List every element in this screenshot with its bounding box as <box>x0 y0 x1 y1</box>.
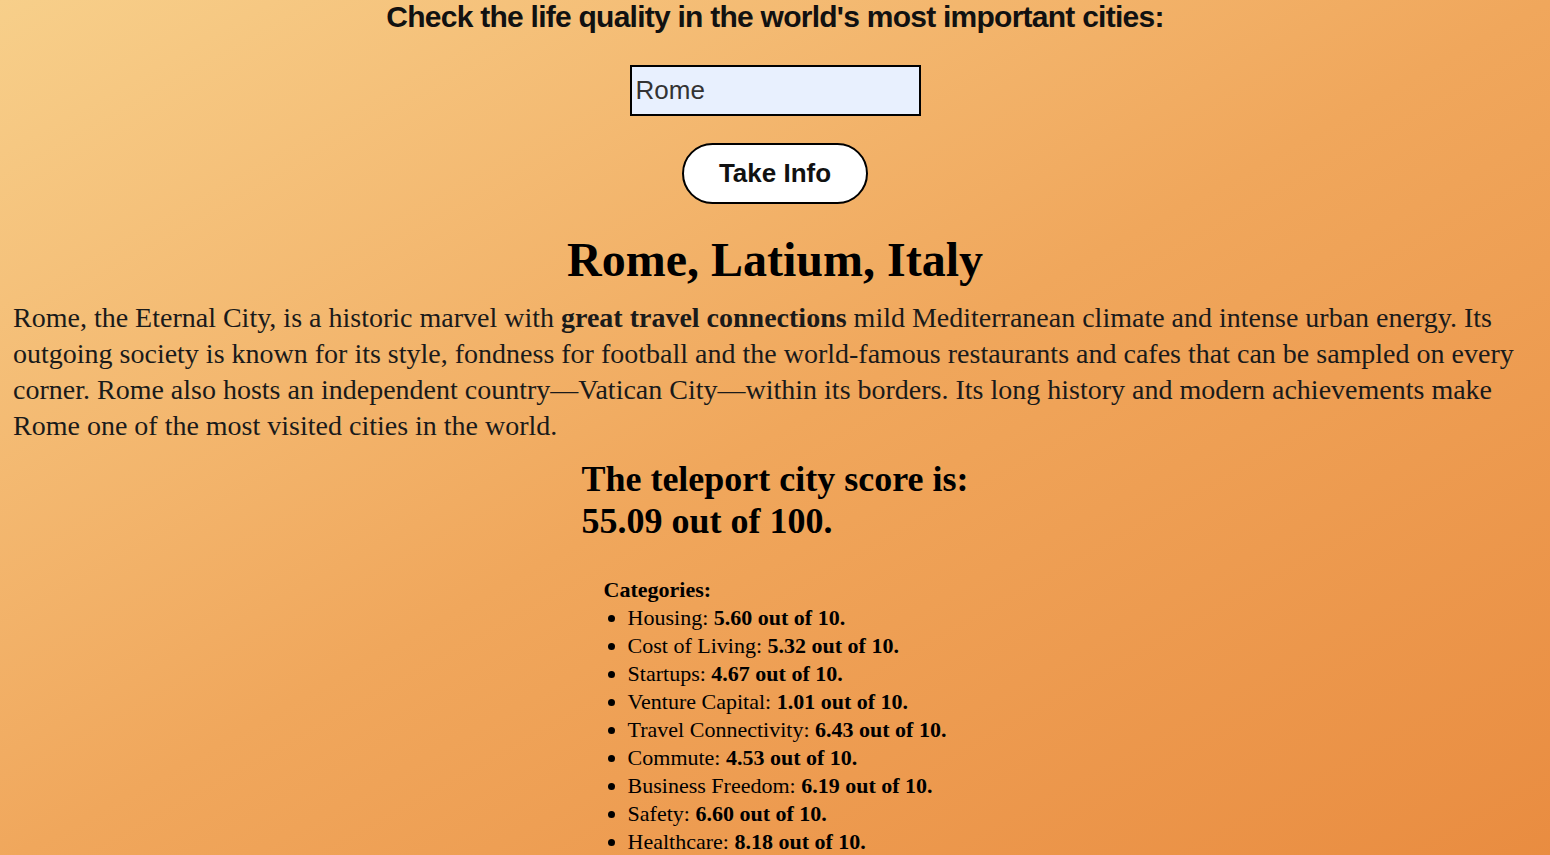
category-item: Venture Capital: 1.01 out of 10. <box>628 688 947 716</box>
category-score: 5.32 out of 10. <box>768 633 899 658</box>
category-name: Business Freedom: <box>628 773 796 798</box>
category-item: Business Freedom: 6.19 out of 10. <box>628 772 947 800</box>
category-item: Healthcare: 8.18 out of 10. <box>628 828 947 855</box>
summary-text: Rome, the Eternal City, is a historic ma… <box>13 302 561 333</box>
score-label: The teleport city score is: <box>581 458 968 500</box>
category-name: Healthcare: <box>628 829 729 854</box>
category-name: Housing: <box>628 605 709 630</box>
category-score: 5.60 out of 10. <box>714 605 845 630</box>
category-score: 8.18 out of 10. <box>734 829 865 854</box>
category-score: 4.67 out of 10. <box>711 661 842 686</box>
category-score: 4.53 out of 10. <box>726 745 857 770</box>
category-name: Startups: <box>628 661 706 686</box>
category-score: 6.43 out of 10. <box>815 717 946 742</box>
category-score: 6.19 out of 10. <box>801 773 932 798</box>
categories-list: Housing: 5.60 out of 10.Cost of Living: … <box>604 604 947 855</box>
category-name: Travel Connectivity: <box>628 717 810 742</box>
summary-highlight: great travel connections <box>561 302 847 333</box>
city-summary: Rome, the Eternal City, is a historic ma… <box>0 300 1550 444</box>
score-block: The teleport city score is:55.09 out of … <box>581 458 968 542</box>
category-name: Safety: <box>628 801 690 826</box>
page-heading: Check the life quality in the world's mo… <box>378 0 1171 34</box>
category-item: Travel Connectivity: 6.43 out of 10. <box>628 716 947 744</box>
category-item: Commute: 4.53 out of 10. <box>628 744 947 772</box>
page: Check the life quality in the world's mo… <box>0 0 1550 855</box>
category-name: Commute: <box>628 745 721 770</box>
category-name: Venture Capital: <box>628 689 772 714</box>
categories-block: Categories:Housing: 5.60 out of 10.Cost … <box>604 576 947 855</box>
category-item: Safety: 6.60 out of 10. <box>628 800 947 828</box>
city-title: Rome, Latium, Italy <box>567 232 983 288</box>
category-score: 1.01 out of 10. <box>777 689 908 714</box>
category-item: Cost of Living: 5.32 out of 10. <box>628 632 947 660</box>
city-search-input[interactable] <box>630 65 921 116</box>
categories-label: Categories: <box>604 576 947 604</box>
category-name: Cost of Living: <box>628 633 762 658</box>
take-info-button[interactable]: Take Info <box>682 143 868 204</box>
score-value: 55.09 out of 100. <box>581 500 968 542</box>
category-item: Housing: 5.60 out of 10. <box>628 604 947 632</box>
category-score: 6.60 out of 10. <box>695 801 826 826</box>
category-item: Startups: 4.67 out of 10. <box>628 660 947 688</box>
